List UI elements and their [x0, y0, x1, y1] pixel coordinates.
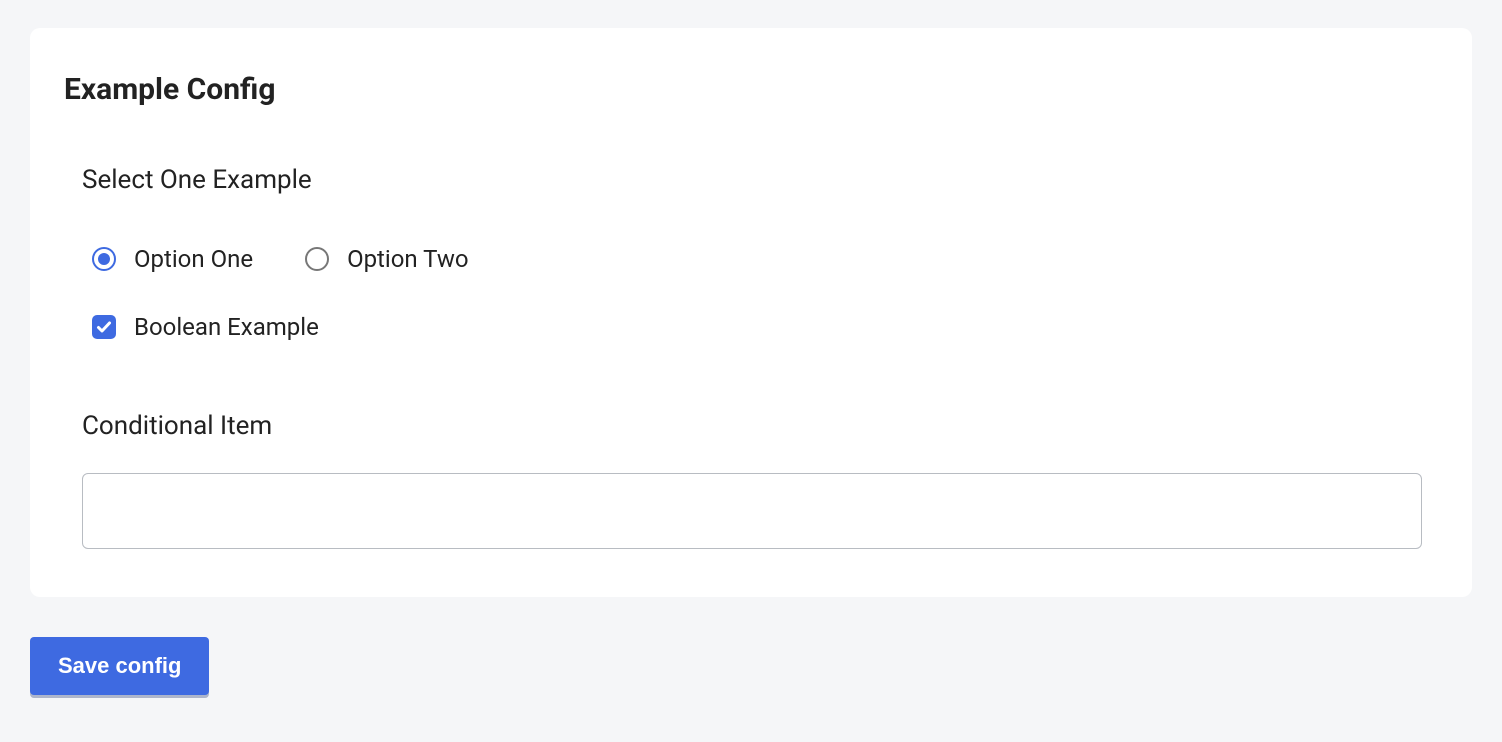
- radio-dot-icon: [98, 253, 110, 265]
- config-card: Example Config Select One Example Option…: [30, 28, 1472, 597]
- checkbox-label: Boolean Example: [134, 313, 319, 341]
- save-config-button[interactable]: Save config: [30, 637, 209, 695]
- radio-label: Option One: [134, 245, 253, 273]
- conditional-item-input[interactable]: [82, 473, 1422, 549]
- radio-option-two[interactable]: Option Two: [305, 245, 468, 273]
- card-title: Example Config: [64, 72, 1422, 107]
- conditional-item-label: Conditional Item: [82, 411, 1422, 441]
- radio-icon: [92, 247, 116, 271]
- radio-label: Option Two: [347, 245, 468, 273]
- radio-icon: [305, 247, 329, 271]
- boolean-example-checkbox[interactable]: Boolean Example: [82, 313, 1422, 341]
- radio-option-one[interactable]: Option One: [92, 245, 253, 273]
- radio-group: Option One Option Two: [82, 245, 1422, 273]
- checkbox-checked-icon: [92, 315, 116, 339]
- form-section: Select One Example Option One Option Two…: [64, 165, 1422, 549]
- radio-group-label: Select One Example: [82, 165, 1422, 195]
